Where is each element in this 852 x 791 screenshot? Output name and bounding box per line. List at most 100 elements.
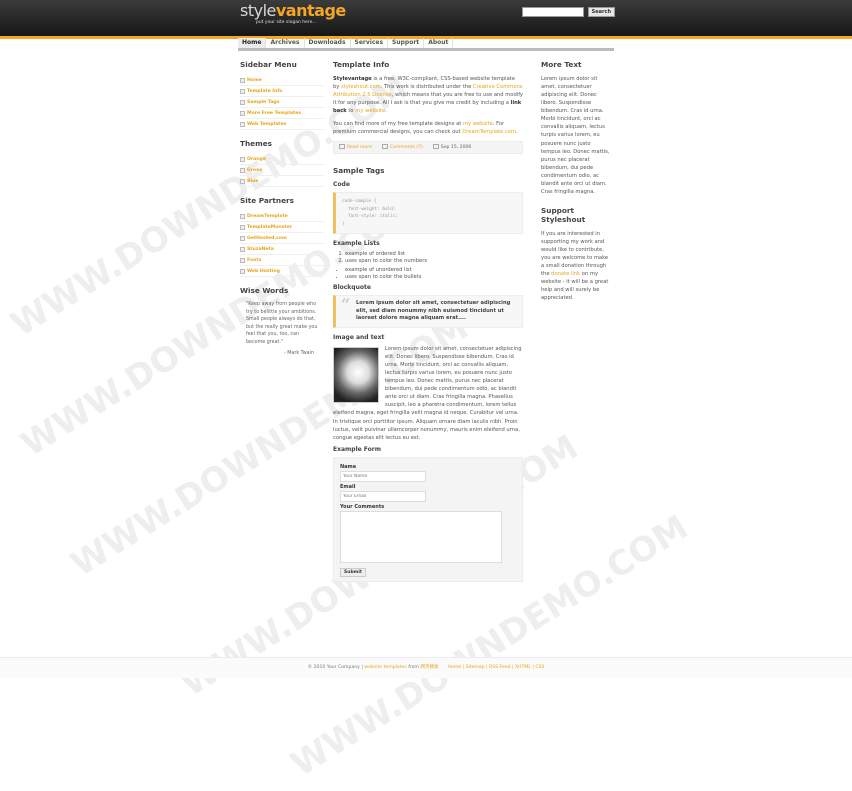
sidebar-menu: Home Template Info Sample Tags More Free… bbox=[240, 75, 324, 130]
read-more-label: Read more bbox=[347, 145, 372, 151]
right-sidebar: More Text Lorem ipsum dolor sit amet, co… bbox=[541, 60, 611, 308]
image-text-block: Lorem ipsum dolor sit amet, consectetuer… bbox=[333, 345, 523, 442]
more-text-paragraph: Lorem ipsum dolor sit amet, consectetuer… bbox=[541, 76, 610, 195]
blockquote-text: Lorem ipsum dolor sit amet, consectetuer… bbox=[356, 300, 511, 322]
sidebar-item-sample-tags[interactable]: Sample Tags bbox=[240, 97, 324, 108]
comments-label: Comments (7) bbox=[389, 145, 423, 151]
comments-textarea[interactable] bbox=[340, 510, 502, 563]
blockquote: “ Lorem ipsum dolor sit amet, consectetu… bbox=[333, 295, 523, 328]
template-info-title: Template Info bbox=[333, 60, 390, 69]
site-footer: © 2010 Your Company | website templates … bbox=[0, 657, 852, 678]
main-nav: Home Archives Downloads Services Support… bbox=[238, 38, 614, 51]
sidebar-item-template-info[interactable]: Template Info bbox=[240, 86, 324, 97]
email-label: Email bbox=[340, 483, 356, 490]
partner-link[interactable]: TemplateMonster bbox=[240, 222, 324, 233]
main-content: Template Info Stylevantage is a free, W3… bbox=[333, 60, 523, 582]
support-title: Support Styleshout bbox=[541, 205, 586, 224]
theme-green[interactable]: Green bbox=[240, 165, 324, 176]
nav-about[interactable]: About bbox=[424, 38, 454, 48]
comment-icon bbox=[381, 144, 388, 150]
logo-part-style: style bbox=[240, 1, 276, 20]
cn-templates-link[interactable]: 网页模板 bbox=[420, 665, 438, 670]
search-button[interactable]: Search bbox=[587, 7, 616, 17]
nav-downloads[interactable]: Downloads bbox=[305, 38, 351, 48]
sidebar-menu-title: Sidebar Menu bbox=[240, 60, 297, 69]
support-paragraph: If you are interested in supporting my w… bbox=[541, 230, 611, 303]
comments-link[interactable]: Comments (7) bbox=[381, 144, 423, 151]
dreamtemplate-link[interactable]: DreamTemplate.com bbox=[462, 129, 516, 135]
partners-title: Site Partners bbox=[240, 196, 294, 205]
more-text-title: More Text bbox=[541, 60, 582, 69]
themes-title: Themes bbox=[240, 139, 273, 148]
partner-link[interactable]: StuzaNeta bbox=[240, 244, 324, 255]
code-block: code-sample { font-weight: bold; font-st… bbox=[333, 192, 523, 235]
intro-text: . This work is distributed under the bbox=[380, 84, 474, 91]
donate-link[interactable]: donate link bbox=[551, 271, 580, 277]
nav-support[interactable]: Support bbox=[388, 38, 425, 48]
code-line: font-weight: bold; bbox=[348, 206, 396, 212]
code-line: code-sample { bbox=[342, 199, 377, 205]
image-text-title: Image and text bbox=[333, 333, 385, 341]
form-title: Example Form bbox=[333, 445, 381, 453]
date-label: Sep 15, 2006 bbox=[440, 145, 472, 151]
theme-orange[interactable]: Orange bbox=[240, 154, 324, 165]
quote-text: "Keep away from people who try to belitt… bbox=[246, 302, 318, 345]
partners-list: DreamTemplate TemplateMonster GetHosted.… bbox=[240, 211, 324, 277]
themes-list: Orange Green Blue bbox=[240, 154, 324, 187]
more-designs-text: You can find more of my free template de… bbox=[333, 121, 463, 128]
nav-services[interactable]: Services bbox=[351, 38, 389, 48]
theme-blue[interactable]: Blue bbox=[240, 176, 324, 187]
sidebar-item-web-templates[interactable]: Web Templates bbox=[240, 119, 324, 130]
intro-text: . bbox=[385, 108, 387, 115]
more-designs-text: . bbox=[516, 129, 518, 136]
sidebar-item-more-templates[interactable]: More Free Templates bbox=[240, 108, 324, 119]
list-item: example of unordered list bbox=[345, 267, 523, 274]
intro-strong: Stylevantage bbox=[333, 76, 372, 82]
quote-author: - Mark Twain bbox=[284, 351, 314, 356]
more-designs-paragraph: You can find more of my free template de… bbox=[333, 120, 523, 136]
partner-link[interactable]: GetHosted.com bbox=[240, 233, 324, 244]
code-line: } bbox=[342, 221, 345, 227]
website-templates-link[interactable]: website templates bbox=[364, 665, 406, 670]
partner-link[interactable]: DreamTemplate bbox=[240, 211, 324, 222]
post-date: Sep 15, 2006 bbox=[432, 144, 472, 151]
read-more-link[interactable]: Read more bbox=[339, 144, 372, 151]
left-sidebar: Sidebar Menu Home Template Info Sample T… bbox=[240, 60, 324, 358]
styleshout-link[interactable]: styleshout.com bbox=[341, 84, 381, 90]
logo-part-vantage: vantage bbox=[275, 1, 346, 20]
intro-paragraph: Stylevantage is a free, W3C-compliant, C… bbox=[333, 75, 523, 115]
quote-mark-icon: “ bbox=[341, 295, 351, 315]
search-form: Search bbox=[522, 7, 616, 17]
my-website-link[interactable]: my website bbox=[463, 121, 493, 127]
site-logo[interactable]: stylevantage put your site slogan here..… bbox=[240, 2, 346, 26]
list-item: uses span to color the bullets bbox=[345, 274, 523, 281]
comments-label: Your Comments bbox=[340, 503, 385, 510]
copyright-text: © 2010 Your Company | bbox=[307, 665, 365, 670]
intro-text: to bbox=[346, 108, 356, 115]
name-field[interactable] bbox=[340, 470, 426, 482]
clock-icon bbox=[432, 144, 439, 150]
unordered-list: example of unordered list uses span to c… bbox=[333, 267, 523, 281]
footer-links[interactable]: Home | Sitemap | RSS Feed | XHTML | CSS bbox=[448, 665, 545, 670]
lists-title: Example Lists bbox=[333, 240, 380, 248]
partner-link[interactable]: Fonts bbox=[240, 255, 324, 266]
site-slogan: put your site slogan here... bbox=[256, 20, 317, 25]
post-footer: Read more Comments (7) Sep 15, 2006 bbox=[333, 141, 523, 155]
list-item: example of ordered list bbox=[345, 251, 523, 258]
submit-button[interactable]: Submit bbox=[340, 567, 367, 577]
sidebar-item-home[interactable]: Home bbox=[240, 75, 324, 86]
ordered-list: example of ordered list uses span to col… bbox=[333, 251, 523, 265]
nav-home[interactable]: Home bbox=[238, 38, 267, 48]
email-field[interactable] bbox=[340, 490, 426, 502]
sample-tags-title: Sample Tags bbox=[333, 166, 385, 176]
site-header: stylevantage put your site slogan here..… bbox=[0, 0, 852, 39]
search-input[interactable] bbox=[522, 7, 584, 17]
footer-from-text: from bbox=[406, 665, 421, 670]
partner-link[interactable]: Web Hosting bbox=[240, 266, 324, 277]
my-website-link[interactable]: my website bbox=[355, 108, 385, 114]
blockquote-title: Blockquote bbox=[333, 284, 371, 292]
nav-archives[interactable]: Archives bbox=[266, 38, 305, 48]
code-line: font-style: italic; bbox=[348, 214, 399, 220]
example-form: Name Email Your Comments Submit bbox=[333, 456, 523, 582]
name-label: Name bbox=[340, 463, 357, 470]
